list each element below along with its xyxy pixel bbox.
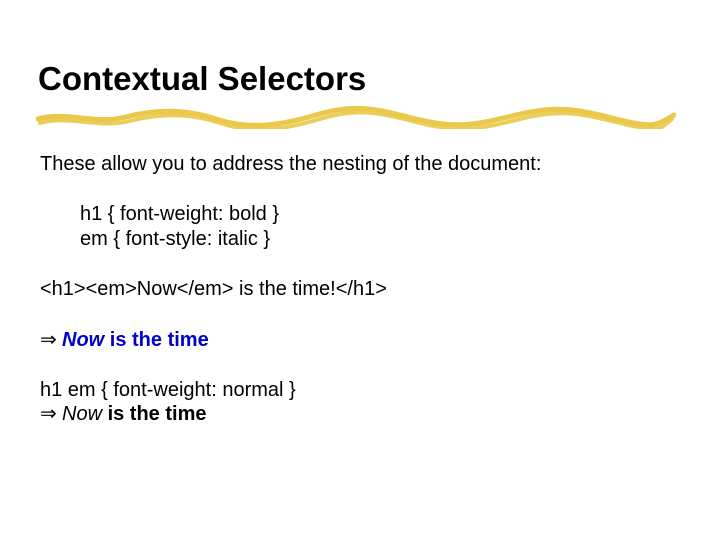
result1-rest: is the time xyxy=(104,329,208,351)
css-rule-h1: h1 { font-weight: bold } xyxy=(80,202,680,226)
rendered-result-2: ⇒Now is the time xyxy=(40,402,680,426)
css-rule-em: em { font-style: italic } xyxy=(80,227,680,251)
arrow-right-icon: ⇒ xyxy=(40,328,62,352)
result2-now: Now xyxy=(62,403,102,425)
underline-scribble-icon xyxy=(36,105,676,129)
result1-now: Now xyxy=(62,329,104,351)
slide-body: These allow you to address the nesting o… xyxy=(40,152,680,427)
result2-rest: is the time xyxy=(102,403,206,425)
spacer xyxy=(40,251,680,277)
spacer xyxy=(40,176,680,202)
css-rules-block: h1 { font-weight: bold } em { font-style… xyxy=(80,202,680,251)
spacer xyxy=(40,302,680,328)
slide-title: Contextual Selectors xyxy=(38,60,366,98)
title-underline xyxy=(36,105,676,129)
rendered-result-1: ⇒Now is the time xyxy=(40,328,680,352)
html-markup-example: <h1><em>Now</em> is the time!</h1> xyxy=(40,277,680,301)
intro-text: These allow you to address the nesting o… xyxy=(40,152,680,176)
spacer xyxy=(40,352,680,378)
arrow-right-icon: ⇒ xyxy=(40,402,62,426)
slide: Contextual Selectors These allow you to … xyxy=(0,0,720,540)
contextual-css-rule: h1 em { font-weight: normal } xyxy=(40,378,680,402)
